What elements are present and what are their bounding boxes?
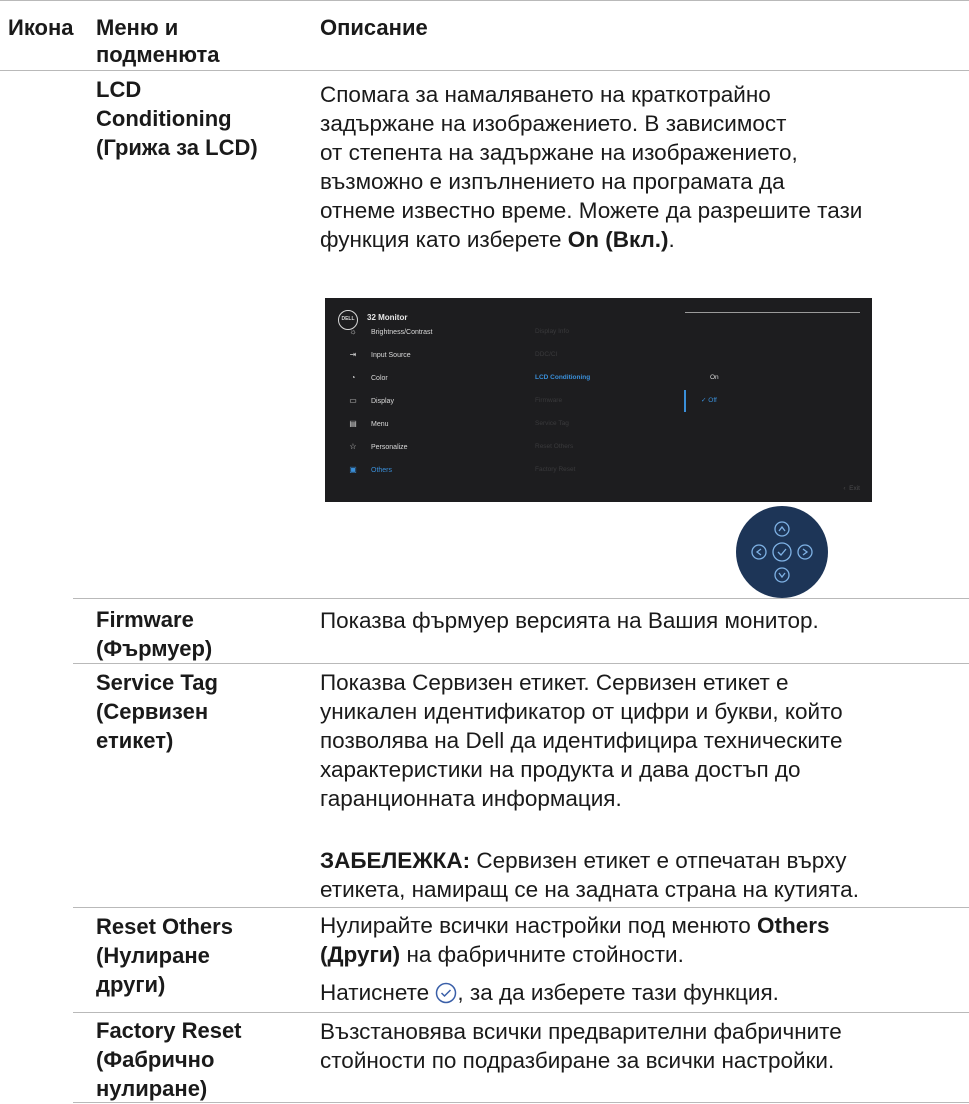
lcd-name-1: LCD (96, 77, 142, 102)
input-icon: ⇥ (349, 350, 357, 359)
service-tag-desc-1: Показва Сервизен етикет. Сервизен етикет… (320, 670, 789, 695)
lcd-desc-2: задържане на изображението. В зависимост (320, 111, 787, 136)
lcd-desc-1: Спомага за намаляването на краткотрайно (320, 82, 771, 107)
osd-title: 32 Monitor (367, 313, 408, 322)
header-description: Описание (320, 15, 428, 40)
firmware-description: Показва фърмуер версията на Вашия монито… (320, 608, 819, 633)
lcd-name-2: Conditioning (96, 106, 232, 131)
osd-menu-input[interactable]: ⇥ Input Source (347, 348, 411, 362)
check-icon: ✓ (701, 397, 707, 404)
reset-others-name: Reset Others (Нулиране други) (96, 912, 316, 999)
osd-option-on[interactable]: On (710, 371, 719, 385)
factory-reset-desc-1: Възстановява всички предварителни фабрич… (320, 1019, 842, 1044)
header-menu: Меню и подменюта (96, 14, 219, 68)
joystick-icon (736, 506, 828, 598)
reset-others-name-3: други) (96, 972, 166, 997)
header-menu-line2: подменюта (96, 42, 220, 67)
firmware-name: Firmware (Фърмуер) (96, 605, 316, 663)
service-tag-name-1: Service Tag (96, 670, 218, 695)
reset-others-desc-1: Нулирайте всички настройки под менюто Ot… (320, 913, 830, 938)
factory-reset-name: Factory Reset (Фабрично нулиране) (96, 1016, 316, 1103)
osd-sub-service-tag[interactable]: Service Tag (535, 417, 569, 431)
rule-service-tag (73, 907, 969, 908)
lcd-description: Спомага за намаляването на краткотрайно … (320, 80, 960, 254)
osd-selection-bar (684, 390, 686, 412)
service-tag-description: Показва Сервизен етикет. Сервизен етикет… (320, 668, 960, 813)
others-icon: ▣ (349, 465, 357, 474)
osd-exit[interactable]: ‹ Exit (843, 485, 860, 492)
header-rule (0, 70, 969, 71)
factory-reset-name-3: нулиране) (96, 1076, 208, 1101)
osd-menu-display[interactable]: ▭ Display (347, 394, 394, 408)
service-tag-note-1: ЗАБЕЛЕЖКА: Сервизен етикет е отпечатан в… (320, 848, 847, 873)
osd-menu-menu[interactable]: ▤ Menu (347, 417, 388, 431)
chevron-left-icon: ‹ (843, 485, 846, 492)
display-icon: ▭ (349, 396, 357, 405)
osd-sub-display-info[interactable]: Display Info (535, 325, 569, 339)
service-tag-name-3: етикет) (96, 728, 174, 753)
lcd-desc-6: функция като изберете On (Вкл.). (320, 225, 960, 254)
service-tag-note: ЗАБЕЛЕЖКА: Сервизен етикет е отпечатан в… (320, 846, 960, 904)
factory-reset-name-2: (Фабрично (96, 1047, 215, 1072)
header-menu-line1: Меню и (96, 15, 179, 40)
firmware-name-1: Firmware (96, 607, 194, 632)
reset-others-press: Натиснете , за да изберете тази функция. (320, 980, 779, 1005)
lcd-desc-3: от степента на задържане на изображениет… (320, 140, 798, 165)
palette-icon: ◔ (350, 373, 356, 382)
lcd-desc-5: отнеме известно време. Можете да разреши… (320, 198, 863, 223)
menu-icon: ▤ (349, 419, 357, 428)
service-tag-desc-4: характеристики на продукта и дава достъп… (320, 757, 801, 782)
osd-sub-reset-others[interactable]: Reset Others (535, 440, 573, 454)
lcd-name-3: (Грижа за LCD) (96, 135, 258, 160)
osd-top-line (685, 312, 860, 313)
reset-others-name-2: (Нулиране (96, 943, 210, 968)
osd-sub-factory-reset[interactable]: Factory Reset (535, 463, 575, 477)
firmware-name-2: (Фърмуер) (96, 636, 213, 661)
reset-others-name-1: Reset Others (96, 914, 233, 939)
reset-others-description: Нулирайте всички настройки под менюто Ot… (320, 911, 960, 969)
osd-menu-others[interactable]: ▣ Others (347, 463, 392, 477)
factory-reset-name-1: Factory Reset (96, 1018, 242, 1043)
lcd-desc-4: възможно е изпълнението на програмата да (320, 169, 785, 194)
osd-sub-firmware[interactable]: Firmware (535, 394, 562, 408)
lcd-desc-6a: функция като изберете (320, 227, 568, 252)
service-tag-name-2: (Сервизен (96, 699, 209, 724)
note-label: ЗАБЕЛЕЖКА: (320, 848, 471, 873)
lcd-name: LCD Conditioning (Грижа за LCD) (96, 75, 316, 162)
star-icon: ☆ (349, 442, 357, 451)
header-icon: Икона (8, 15, 74, 40)
service-tag-desc-5: гаранционната информация. (320, 786, 622, 811)
osd-menu-brightness[interactable]: ☼ Brightness/Contrast (347, 325, 432, 339)
osd-menu-color[interactable]: ◔ Color (347, 371, 388, 385)
rule-firmware (73, 663, 969, 664)
lcd-desc-6c: . (668, 227, 675, 252)
osd-screenshot: DELL 32 Monitor ☼ Brightness/Contrast ⇥ In… (325, 298, 872, 502)
service-tag-name: Service Tag (Сервизен етикет) (96, 668, 316, 755)
rule-bottom (73, 1102, 969, 1103)
osd-menu-personalize[interactable]: ☆ Personalize (347, 440, 407, 454)
lcd-desc-on: On (Вкл.) (567, 227, 669, 252)
sun-icon: ☼ (349, 327, 357, 336)
factory-reset-desc-2: стойности по подразбиране за всички наст… (320, 1048, 835, 1073)
check-circle-icon (436, 982, 457, 1004)
osd-sub-lcd-conditioning[interactable]: LCD Conditioning (535, 371, 590, 385)
rule-reset-others (73, 1012, 969, 1013)
service-tag-desc-3: позволява на Dell да идентифицира технич… (320, 728, 843, 753)
osd-option-off[interactable]: ✓ Off (701, 394, 717, 408)
service-tag-desc-2: уникален идентификатор от цифри и букви,… (320, 699, 843, 724)
osd-sub-ddcci[interactable]: DDC/CI (535, 348, 557, 362)
factory-reset-description: Възстановява всички предварителни фабрич… (320, 1017, 960, 1075)
table-top-rule (0, 0, 969, 1)
rule-lcd (73, 598, 969, 599)
reset-others-desc-2: (Други) на фабричните стойности. (320, 942, 684, 967)
service-tag-note-2: етикета, намиращ се на задната страна на… (320, 877, 859, 902)
